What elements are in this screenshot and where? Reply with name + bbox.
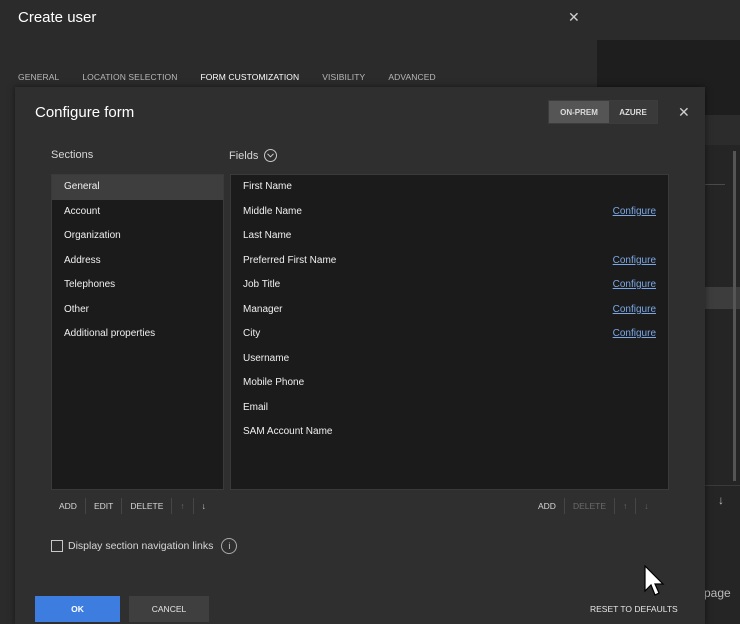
field-row[interactable]: Email [231,396,668,421]
configure-link[interactable]: Configure [613,273,656,298]
field-name: Job Title [243,279,281,290]
chevron-down-icon[interactable] [264,149,278,162]
fields-label-group: Fields [229,149,278,162]
field-name: Last Name [243,230,292,241]
tab-general[interactable]: GENERAL [18,72,59,82]
toggle-on-prem[interactable]: ON-PREM [549,101,609,123]
sections-toolbar: ADD EDIT DELETE ↑ ↓ [51,497,214,515]
section-item-additional-properties[interactable]: Additional properties [52,322,223,347]
field-row[interactable]: Last Name [231,224,668,249]
edit-section-button[interactable]: EDIT [86,501,121,511]
field-name: First Name [243,181,292,192]
field-name: City [243,328,261,339]
ok-button[interactable]: OK [35,596,120,622]
nav-links-option: Display section navigation links i [51,538,238,554]
dialog-title: Create user [18,9,97,26]
background-window-header [597,0,740,40]
field-name: Mobile Phone [243,377,305,388]
field-name: Username [243,352,290,364]
background-down-arrow: ↓ [718,493,724,507]
info-icon[interactable]: i [221,538,238,554]
field-row[interactable]: Manager Configure [231,298,668,323]
configure-link[interactable]: Configure [613,322,656,347]
tab-location-selection[interactable]: LOCATION SELECTION [82,72,177,82]
field-row[interactable]: Preferred First Name Configure [231,249,668,274]
move-down-icon[interactable]: ↓ [636,501,656,511]
nav-links-checkbox[interactable] [51,540,63,552]
field-row[interactable]: Username [231,347,668,372]
move-up-icon[interactable]: ↑ [615,501,635,511]
sections-label: Sections [51,149,94,161]
mouse-cursor-icon [644,565,665,596]
background-page-text: page [704,586,731,600]
cancel-button[interactable]: CANCEL [129,596,209,622]
environment-toggle: ON-PREM AZURE [548,100,658,124]
configure-link[interactable]: Configure [613,249,656,274]
add-field-button[interactable]: ADD [530,501,564,511]
section-item-account[interactable]: Account [52,200,223,225]
section-item-general[interactable]: General [52,175,223,200]
move-down-icon[interactable]: ↓ [194,501,214,511]
tab-visibility[interactable]: VISIBILITY [322,72,365,82]
toggle-azure[interactable]: AZURE [609,101,657,123]
close-icon[interactable]: ✕ [678,104,690,121]
background-scrollbar [733,151,736,481]
configure-link[interactable]: Configure [613,200,656,225]
reset-to-defaults-button[interactable]: RESET TO DEFAULTS [590,604,678,614]
field-name: Preferred First Name [243,254,337,266]
field-row[interactable]: Job Title Configure [231,273,668,298]
tab-advanced[interactable]: ADVANCED [388,72,435,82]
field-row[interactable]: Middle Name Configure [231,200,668,225]
field-row[interactable]: City Configure [231,322,668,347]
fields-list: First Name Middle Name Configure Last Nam… [230,174,669,490]
section-item-organization[interactable]: Organization [52,224,223,249]
section-item-address[interactable]: Address [52,249,223,274]
tab-bar: GENERAL LOCATION SELECTION FORM CUSTOMIZ… [18,72,459,82]
close-icon[interactable]: ✕ [568,9,580,26]
field-name: Middle Name [243,205,302,217]
field-row[interactable]: First Name [231,175,668,200]
fields-toolbar: ADD DELETE ↑ ↓ [530,497,657,515]
fields-label: Fields [229,149,259,162]
configure-form-dialog: Configure form ON-PREM AZURE ✕ Sections … [15,87,705,624]
tab-form-customization[interactable]: FORM CUSTOMIZATION [201,72,300,82]
field-name: SAM Account Name [243,426,333,437]
nav-links-label: Display section navigation links [68,540,214,552]
sections-list: General Account Organization Address Tel… [51,174,224,490]
field-row[interactable]: Mobile Phone [231,371,668,396]
field-name: Email [243,401,269,413]
add-section-button[interactable]: ADD [51,501,85,511]
delete-section-button[interactable]: DELETE [122,501,171,511]
section-item-other[interactable]: Other [52,298,223,323]
configure-link[interactable]: Configure [613,298,656,323]
field-name: Manager [243,303,283,315]
move-up-icon[interactable]: ↑ [172,501,192,511]
section-item-telephones[interactable]: Telephones [52,273,223,298]
delete-field-button[interactable]: DELETE [565,501,614,511]
field-row[interactable]: SAM Account Name [231,420,668,445]
configure-form-title: Configure form [35,104,135,121]
